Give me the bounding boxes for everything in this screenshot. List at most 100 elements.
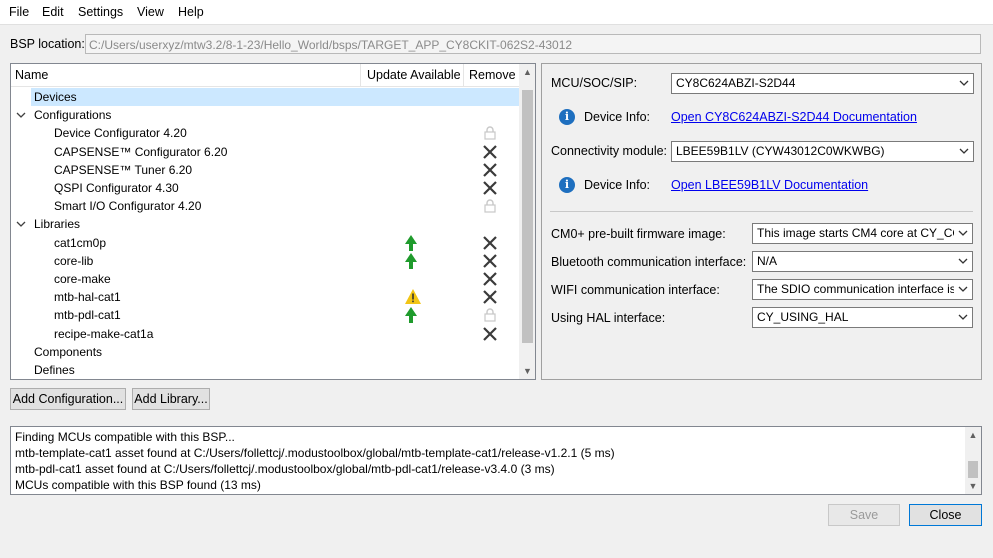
tree-row[interactable]: Libraries	[11, 215, 519, 233]
log-line: mtb-template-cat1 asset found at C:/User…	[15, 446, 615, 460]
add-configuration-button[interactable]: Add Configuration...	[10, 388, 126, 410]
wifi-interface-select[interactable]: The SDIO communication interface is	[752, 279, 973, 300]
tree-row[interactable]: recipe-make-cat1a	[11, 325, 519, 343]
setting-label: WIFI communication interface:	[551, 283, 720, 297]
column-remove[interactable]: Remove	[469, 68, 516, 82]
menu-file[interactable]: File	[9, 5, 29, 19]
chevron-down-icon	[957, 252, 969, 271]
bluetooth-interface-select[interactable]: N/A	[752, 251, 973, 272]
tree-item-label: recipe-make-cat1a	[54, 326, 154, 341]
divider	[550, 211, 973, 212]
remove-icon[interactable]	[482, 235, 498, 251]
add-library-button[interactable]: Add Library...	[132, 388, 210, 410]
setting-value: This image starts CM4 core at CY_COI	[757, 226, 954, 240]
scroll-up-icon[interactable]: ▲	[519, 64, 535, 80]
chevron-down-icon	[958, 74, 970, 93]
warning-icon[interactable]	[405, 289, 421, 305]
lock-icon	[483, 308, 497, 322]
menu-edit[interactable]: Edit	[42, 5, 64, 19]
info-icon: i	[559, 177, 575, 193]
tree-row[interactable]: Components	[11, 343, 519, 361]
remove-icon[interactable]	[482, 271, 498, 287]
setting-label: Using HAL interface:	[551, 311, 666, 325]
tree-item-label: Libraries	[34, 217, 81, 232]
tree-item-label: Smart I/O Configurator 4.20	[54, 199, 202, 214]
tree-row[interactable]: cat1cm0p	[11, 234, 519, 252]
menu-help[interactable]: Help	[178, 5, 204, 19]
column-name[interactable]: Name	[15, 68, 48, 82]
tree-item-label: QSPI Configurator 4.30	[54, 181, 179, 195]
tree-item-label: cat1cm0p	[54, 235, 107, 250]
tree-row[interactable]: Configurations	[11, 106, 519, 124]
tree-header: Name Update Available Remove	[11, 64, 519, 87]
tree-row[interactable]: Defines	[11, 361, 519, 379]
close-button[interactable]: Close	[909, 504, 982, 526]
tree-item-label: CAPSENSE™ Tuner 6.20	[54, 162, 193, 177]
connectivity-module-select[interactable]: LBEE59B1LV (CYW43012C0WKWBG)	[671, 141, 974, 162]
tree-item-label: Device Configurator 4.20	[54, 126, 187, 141]
tree-row[interactable]: CAPSENSE™ Tuner 6.20	[11, 161, 519, 179]
chevron-down-icon	[957, 308, 969, 327]
tree-scrollbar[interactable]: ▲ ▼	[519, 64, 535, 379]
tree-row[interactable]: Device Configurator 4.20	[11, 124, 519, 142]
tree-row[interactable]: mtb-hal-cat1	[11, 288, 519, 306]
remove-icon[interactable]	[482, 144, 498, 160]
bsp-location-field[interactable]: C:/Users/userxyz/mtw3.2/8-1-23/Hello_Wor…	[85, 34, 981, 54]
log-line: mtb-pdl-cat1 asset found at C:/Users/fol…	[15, 462, 555, 476]
library-tree: Name Update Available Remove Devices Conf…	[10, 63, 536, 380]
cm0-firmware-select[interactable]: This image starts CM4 core at CY_COI	[752, 223, 973, 244]
menu-view[interactable]: View	[137, 5, 164, 19]
log-line: MCUs compatible with this BSP found (13 …	[15, 478, 261, 492]
column-update-available[interactable]: Update Available	[367, 68, 461, 82]
scroll-thumb[interactable]	[968, 461, 978, 478]
mcu-select[interactable]: CY8C624ABZI-S2D44	[671, 73, 974, 94]
update-available-icon[interactable]	[405, 252, 417, 269]
tree-row[interactable]: mtb-pdl-cat1	[11, 306, 519, 324]
chevron-down-icon	[957, 224, 969, 243]
output-log[interactable]: Finding MCUs compatible with this BSP...…	[10, 426, 982, 495]
remove-icon[interactable]	[482, 289, 498, 305]
tree-row[interactable]: Devices	[31, 88, 519, 106]
tree-item-label: Devices	[34, 90, 77, 104]
tree-row[interactable]: core-lib	[11, 252, 519, 270]
save-button[interactable]: Save	[828, 504, 900, 526]
column-separator[interactable]	[360, 64, 361, 86]
remove-icon[interactable]	[482, 253, 498, 269]
device-info-label: Device Info:	[584, 178, 651, 192]
tree-row[interactable]: Smart I/O Configurator 4.20	[11, 197, 519, 215]
tree-item-label: core-lib	[54, 253, 94, 268]
tree-row[interactable]: CAPSENSE™ Configurator 6.20	[11, 143, 519, 161]
menu-bar: File Edit Settings View Help	[0, 0, 993, 25]
tree-item-label: Defines	[34, 363, 75, 377]
column-separator[interactable]	[463, 64, 464, 86]
connectivity-documentation-link[interactable]: Open LBEE59B1LV Documentation	[671, 178, 868, 192]
tree-row[interactable]: QSPI Configurator 4.30	[11, 179, 519, 197]
hal-interface-select[interactable]: CY_USING_HAL	[752, 307, 973, 328]
update-available-icon[interactable]	[405, 234, 417, 251]
tree-item-label: core-make	[54, 272, 111, 286]
tree-item-label: mtb-pdl-cat1	[54, 308, 121, 323]
lock-icon	[483, 199, 497, 213]
remove-icon[interactable]	[482, 326, 498, 342]
device-settings-panel: MCU/SOC/SIP: CY8C624ABZI-S2D44 i Device …	[541, 63, 982, 380]
tree-item-label: mtb-hal-cat1	[54, 290, 121, 305]
mcu-documentation-link[interactable]: Open CY8C624ABZI-S2D44 Documentation	[671, 110, 917, 124]
update-available-icon[interactable]	[405, 307, 417, 324]
remove-icon[interactable]	[482, 162, 498, 178]
tree-item-label: Components	[34, 344, 103, 359]
tree-row[interactable]: core-make	[11, 270, 519, 288]
tree-item-label: CAPSENSE™ Configurator 6.20	[54, 144, 228, 159]
remove-icon[interactable]	[482, 180, 498, 196]
scroll-down-icon[interactable]: ▼	[965, 478, 981, 494]
scroll-down-icon[interactable]: ▼	[519, 363, 535, 379]
tree-item-label: Configurations	[34, 108, 112, 123]
setting-value: The SDIO communication interface is	[757, 282, 954, 296]
scroll-thumb[interactable]	[522, 90, 533, 343]
info-icon: i	[559, 109, 575, 125]
log-line: Finding MCUs compatible with this BSP...	[15, 430, 235, 444]
scroll-up-icon[interactable]: ▲	[965, 427, 981, 443]
log-scrollbar[interactable]: ▲ ▼	[965, 427, 981, 494]
setting-value: N/A	[757, 254, 778, 268]
mcu-select-value: CY8C624ABZI-S2D44	[676, 76, 796, 90]
menu-settings[interactable]: Settings	[78, 5, 123, 19]
